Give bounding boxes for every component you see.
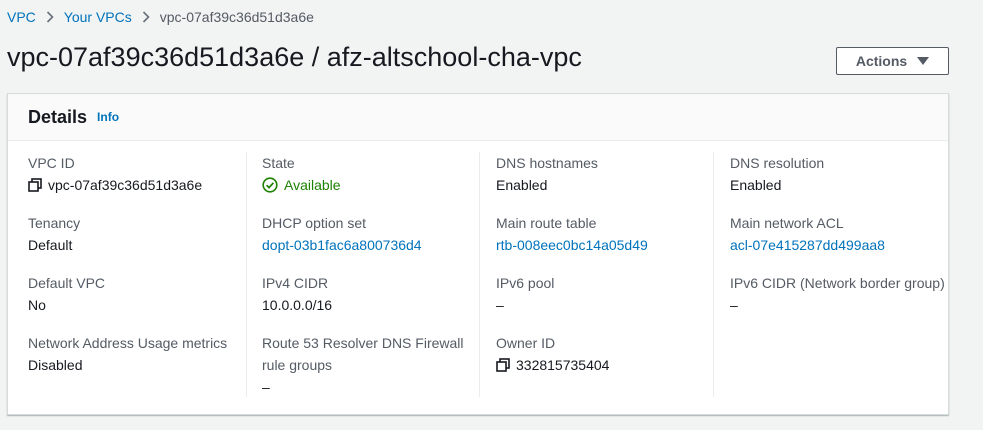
field-value-row: vpc-07af39c36d51d3a6e bbox=[28, 174, 243, 196]
field-dhcp-option-set: DHCP option set dopt-03b1fac6a800736d4 bbox=[262, 212, 477, 256]
field-tenancy: Tenancy Default bbox=[28, 212, 243, 256]
field-label: Main route table bbox=[496, 215, 597, 231]
status-positive-icon bbox=[262, 174, 278, 196]
page-title: vpc-07af39c36d51d3a6e / afz-altschool-ch… bbox=[7, 42, 582, 72]
field-label: Network Address Usage metrics bbox=[28, 335, 228, 351]
field-value: vpc-07af39c36d51d3a6e bbox=[48, 177, 203, 193]
chevron-right-icon bbox=[142, 11, 150, 23]
copy-icon[interactable] bbox=[28, 174, 42, 196]
chevron-right-icon bbox=[46, 11, 54, 23]
field-dns-hostnames: DNS hostnames Enabled bbox=[496, 152, 711, 196]
field-main-network-acl: Main network ACL acl-07e415287dd499aa8 bbox=[730, 212, 945, 256]
actions-button-label: Actions bbox=[855, 53, 908, 69]
details-panel: Details Info VPC ID vpc-07af39c36d51d3a6… bbox=[7, 93, 949, 415]
field-value: Enabled bbox=[730, 177, 782, 193]
column-divider bbox=[479, 152, 480, 397]
details-panel-header: Details Info bbox=[8, 94, 948, 141]
field-owner-id: Owner ID 332815735404 bbox=[496, 332, 711, 376]
field-value-row: Available bbox=[262, 174, 477, 196]
field-value: Default bbox=[28, 237, 73, 253]
field-label: DHCP option set bbox=[262, 215, 367, 231]
field-value: – bbox=[496, 297, 504, 313]
field-value: 10.0.0.0/16 bbox=[262, 297, 333, 313]
field-network-address-usage-metrics: Network Address Usage metrics Disabled bbox=[28, 332, 243, 376]
info-link[interactable]: Info bbox=[97, 110, 119, 124]
field-ipv6-cidr: IPv6 CIDR (Network border group) – bbox=[730, 272, 945, 316]
main-network-acl-link[interactable]: acl-07e415287dd499aa8 bbox=[730, 234, 885, 256]
field-label: IPv6 pool bbox=[496, 275, 555, 291]
main-route-table-link[interactable]: rtb-008eec0bc14a05d49 bbox=[496, 234, 648, 256]
field-label: Route 53 Resolver DNS Firewall rule grou… bbox=[262, 335, 464, 373]
field-vpc-id: VPC ID vpc-07af39c36d51d3a6e bbox=[28, 152, 243, 196]
column-divider bbox=[246, 152, 247, 397]
field-label: Tenancy bbox=[28, 215, 81, 231]
column-divider bbox=[713, 152, 714, 397]
breadcrumb-current: vpc-07af39c36d51d3a6e bbox=[159, 9, 314, 25]
status-available: Available bbox=[284, 177, 341, 193]
copy-icon[interactable] bbox=[496, 354, 510, 376]
field-dns-resolution: DNS resolution Enabled bbox=[730, 152, 945, 196]
caret-down-icon bbox=[917, 57, 930, 65]
field-label: IPv6 CIDR (Network border group) bbox=[730, 275, 945, 291]
breadcrumb: VPC Your VPCs vpc-07af39c36d51d3a6e bbox=[7, 9, 314, 25]
field-label: Default VPC bbox=[28, 275, 106, 291]
field-value: Disabled bbox=[28, 357, 83, 373]
field-label: State bbox=[262, 155, 295, 171]
breadcrumb-your-vpcs-link[interactable]: Your VPCs bbox=[64, 9, 132, 25]
field-label: DNS resolution bbox=[730, 155, 825, 171]
actions-button[interactable]: Actions bbox=[836, 47, 949, 75]
field-main-route-table: Main route table rtb-008eec0bc14a05d49 bbox=[496, 212, 711, 256]
field-value: – bbox=[262, 379, 270, 395]
field-value-row: 332815735404 bbox=[496, 354, 711, 376]
field-value: Enabled bbox=[496, 177, 548, 193]
field-label: Main network ACL bbox=[730, 215, 844, 231]
field-default-vpc: Default VPC No bbox=[28, 272, 243, 316]
field-label: VPC ID bbox=[28, 155, 75, 171]
details-title: Details bbox=[28, 106, 88, 127]
field-route53-resolver-dns-firewall: Route 53 Resolver DNS Firewall rule grou… bbox=[262, 332, 477, 398]
field-value: No bbox=[28, 297, 46, 313]
field-label: DNS hostnames bbox=[496, 155, 598, 171]
field-state: State Available bbox=[262, 152, 477, 196]
field-value: 332815735404 bbox=[516, 357, 610, 373]
field-label: Owner ID bbox=[496, 335, 556, 351]
field-ipv4-cidr: IPv4 CIDR 10.0.0.0/16 bbox=[262, 272, 477, 316]
field-ipv6-pool: IPv6 pool – bbox=[496, 272, 711, 316]
field-label: IPv4 CIDR bbox=[262, 275, 329, 291]
dhcp-option-set-link[interactable]: dopt-03b1fac6a800736d4 bbox=[262, 234, 422, 256]
breadcrumb-vpc-link[interactable]: VPC bbox=[7, 9, 36, 25]
field-value: – bbox=[730, 297, 738, 313]
